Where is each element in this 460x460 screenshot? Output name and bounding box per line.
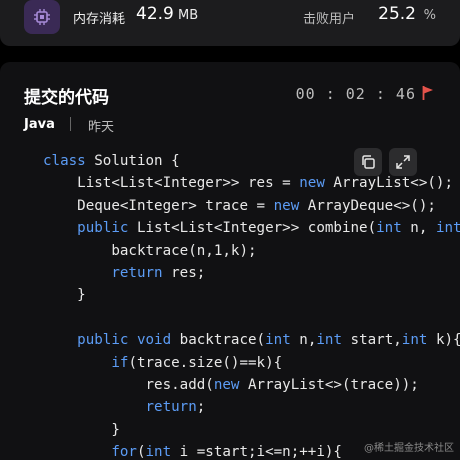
code-text: } xyxy=(43,287,86,304)
code-text: (trace.size()==k){ xyxy=(128,354,283,371)
code-keyword: int xyxy=(316,332,342,349)
copy-button[interactable] xyxy=(354,148,382,176)
code-text: backtrace( xyxy=(171,332,266,349)
divider xyxy=(70,117,71,131)
code-text: n, xyxy=(290,332,317,349)
code-keyword: new xyxy=(213,376,240,393)
code-text: res.add( xyxy=(43,376,214,393)
code-text: ArrayList<>(trace)); xyxy=(239,376,419,393)
code-line: return; xyxy=(43,396,460,418)
code-keyword: for xyxy=(111,444,137,460)
beats-label: 击败用户 xyxy=(302,12,355,27)
code-keyword: return xyxy=(111,264,163,281)
code-text: ( xyxy=(136,444,146,460)
code-keyword: int xyxy=(376,220,402,237)
code-keyword: if xyxy=(111,354,129,371)
code-text: List<List<Integer>> combine( xyxy=(128,220,377,237)
memory-icon-box xyxy=(24,0,60,34)
code-text: res; xyxy=(162,264,206,281)
submission-time: 00 : 02 : 46 xyxy=(295,85,416,103)
code-keyword: new xyxy=(299,175,325,192)
code-keyword: int xyxy=(145,444,172,460)
code-keyword: int xyxy=(435,220,460,237)
code-text: start, xyxy=(341,332,402,349)
code-keyword: return xyxy=(145,399,197,416)
code-keyword: public xyxy=(77,220,129,237)
code-text: List<List<Integer>> res = xyxy=(43,175,300,192)
code-line: public List<List<Integer>> combine(int n… xyxy=(43,217,460,239)
code-keyword: public xyxy=(77,332,129,349)
code-line: } xyxy=(43,284,460,306)
code-line: } xyxy=(43,419,460,441)
memory-unit: MB xyxy=(178,8,199,23)
expand-icon xyxy=(396,155,410,169)
code-text: } xyxy=(43,421,120,438)
code-text: ; xyxy=(196,399,206,416)
memory-label: 内存消耗 xyxy=(73,12,126,27)
code-text: ArrayList<>(); xyxy=(324,175,453,192)
chip-icon xyxy=(34,9,50,25)
code-line: res.add(new ArrayList<>(trace)); xyxy=(43,374,460,396)
copy-icon xyxy=(362,155,375,169)
code-keyword: new xyxy=(273,197,300,214)
language-label: Java xyxy=(24,117,55,132)
code-block[interactable]: class Solution { List<List<Integer>> res… xyxy=(43,150,460,460)
submission-title: 提交的代码 xyxy=(24,88,109,108)
code-keyword: class xyxy=(43,153,86,169)
code-keyword: void xyxy=(136,332,172,349)
watermark: @稀土掘金技术社区 xyxy=(364,443,454,454)
code-text: Solution { xyxy=(85,153,180,169)
code-text: n, xyxy=(401,220,436,237)
code-text: ArrayDeque<>(); xyxy=(299,197,436,214)
memory-stats-card: 内存消耗 42.9 MB 击败用户 25.2 % xyxy=(0,0,460,46)
code-line: if(trace.size()==k){ xyxy=(43,352,460,374)
code-line: return res; xyxy=(43,262,460,284)
flag-icon[interactable] xyxy=(422,85,434,101)
code-text: k){ xyxy=(427,332,460,349)
code-text: Deque<Integer> trace = xyxy=(43,197,274,214)
beats-value: 25.2 xyxy=(378,4,416,24)
code-line: Deque<Integer> trace = new ArrayDeque<>(… xyxy=(43,195,460,217)
beats-unit: % xyxy=(423,8,436,23)
code-line: backtrace(n,1,k); xyxy=(43,240,460,262)
code-line: public void backtrace(int n,int start,in… xyxy=(43,329,460,351)
code-text: i =start;i<=n;++i){ xyxy=(171,444,342,460)
code-keyword: int xyxy=(265,332,291,349)
code-keyword: int xyxy=(401,332,428,349)
expand-button[interactable] xyxy=(389,148,417,176)
submitted-code-card: 提交的代码 00 : 02 : 46 Java 昨天 class Solutio… xyxy=(0,62,460,460)
code-text: backtrace(n,1,k); xyxy=(43,242,257,259)
memory-value: 42.9 xyxy=(136,4,174,24)
submission-date: 昨天 xyxy=(88,120,115,135)
